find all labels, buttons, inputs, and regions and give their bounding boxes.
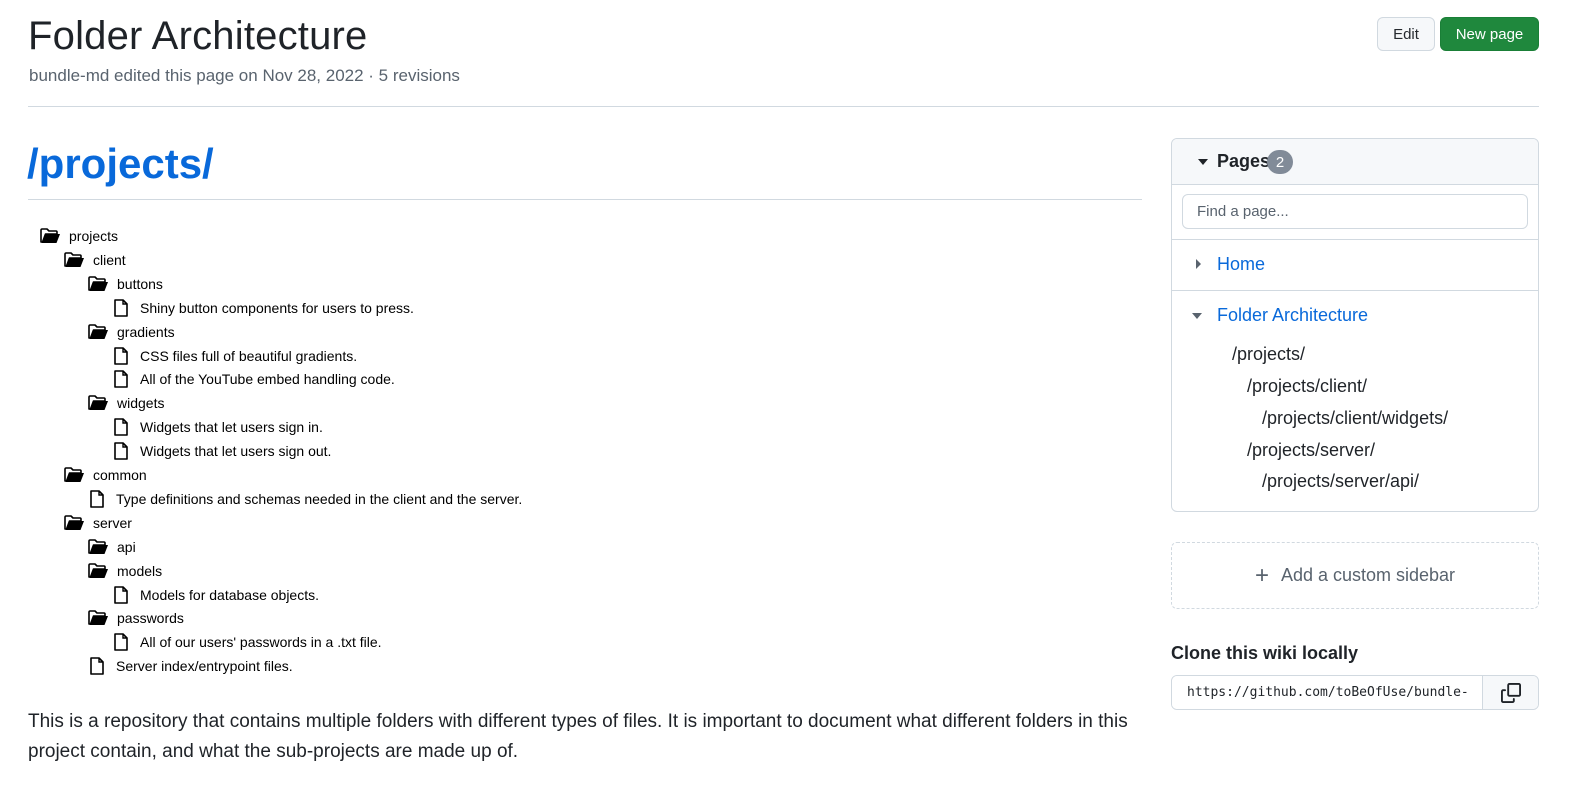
tree-item-label: All of the YouTube embed handling code.	[140, 371, 395, 388]
folder-open-icon	[88, 322, 110, 342]
folder-open-icon	[88, 537, 110, 557]
add-custom-sidebar-button[interactable]: + Add a custom sidebar	[1171, 542, 1539, 609]
file-icon	[90, 489, 106, 509]
sidebar-subheading-link[interactable]: /projects/server/	[1247, 440, 1375, 461]
tree-folder-row: api	[88, 535, 136, 559]
file-icon	[114, 369, 130, 389]
page-search-input[interactable]	[1182, 194, 1528, 229]
pages-count-badge: 2	[1267, 150, 1293, 174]
sidebar-page-home[interactable]: Home	[1172, 240, 1538, 291]
file-icon	[114, 585, 130, 605]
tree-item-label: Widgets that let users sign in.	[140, 419, 323, 436]
tree-file-row: Widgets that let users sign out.	[112, 439, 331, 463]
tree-folder-row: client	[64, 248, 126, 272]
tree-file-row: Widgets that let users sign in.	[112, 415, 323, 439]
caret-right-icon[interactable]	[1196, 259, 1201, 269]
heading-divider	[28, 199, 1142, 200]
tree-item-label: passwords	[117, 610, 184, 627]
tree-item-label: Shiny button components for users to pre…	[140, 299, 414, 316]
tree-folder-row: passwords	[88, 606, 184, 630]
tree-item-label: common	[93, 467, 147, 483]
plus-icon: +	[1254, 561, 1269, 589]
tree-folder-row: widgets	[88, 391, 164, 415]
tree-folder-row: buttons	[88, 272, 163, 296]
file-icon	[114, 298, 130, 318]
tree-item-label: gradients	[117, 323, 175, 340]
clone-url-input[interactable]	[1172, 676, 1483, 709]
tree-item-label: projects	[69, 228, 119, 244]
tree-folder-row: common	[64, 463, 147, 487]
pages-title: Pages	[1217, 151, 1271, 171]
folder-open-icon	[88, 608, 110, 628]
tree-item-label: server	[93, 514, 132, 531]
tree-item-label: Models for database objects.	[140, 586, 319, 603]
caret-down-icon[interactable]	[1192, 313, 1202, 319]
sidebar-page-link[interactable]: Folder Architecture	[1217, 305, 1368, 326]
clone-url-group	[1171, 675, 1539, 710]
folder-open-icon	[40, 226, 62, 246]
pages-header[interactable]: Pages 2	[1172, 139, 1538, 185]
tree-item-label: Type definitions and schemas needed in t…	[116, 490, 523, 507]
tree-item-label: All of our users' passwords in a .txt fi…	[140, 634, 382, 651]
sidebar-page-link[interactable]: Home	[1217, 254, 1265, 275]
file-icon	[114, 441, 130, 461]
clone-title: Clone this wiki locally	[1171, 643, 1359, 663]
copy-button[interactable]	[1482, 676, 1538, 709]
tree-file-row: Models for database objects.	[112, 583, 319, 607]
new-page-button[interactable]: New page	[1440, 17, 1539, 51]
tree-item-label: buttons	[117, 275, 163, 292]
tree-item-label: models	[117, 562, 163, 579]
header-divider	[28, 106, 1539, 107]
page-title: Folder Architecture	[28, 14, 368, 58]
page-search-container	[1172, 185, 1538, 240]
tree-folder-row: projects	[40, 224, 118, 248]
tree-folder-row: server	[64, 511, 132, 535]
tree-folder-row: models	[88, 559, 162, 583]
tree-item-label: widgets	[117, 395, 165, 412]
tree-file-row: Server index/entrypoint files.	[88, 654, 293, 678]
tree-file-row: All of the YouTube embed handling code.	[112, 367, 395, 391]
page-description: This is a repository that contains multi…	[28, 711, 1128, 762]
copy-icon	[1500, 682, 1521, 703]
sidebar-page-folder-architecture: Folder Architecture /projects/ /projects…	[1172, 291, 1538, 511]
folder-open-icon	[88, 561, 110, 581]
edit-button[interactable]: Edit	[1377, 17, 1435, 51]
file-icon	[114, 346, 130, 366]
file-icon	[114, 417, 130, 437]
folder-open-icon	[88, 274, 110, 294]
caret-down-icon	[1198, 159, 1208, 165]
sidebar-subheading-link[interactable]: /projects/	[1232, 344, 1305, 365]
content-heading[interactable]: /projects/	[27, 140, 214, 188]
tree-item-label: Server index/entrypoint files.	[116, 658, 293, 675]
tree-folder-row: gradients	[88, 320, 175, 344]
folder-open-icon	[64, 465, 86, 485]
tree-item-label: Widgets that let users sign out.	[140, 443, 332, 460]
sidebar-subheading-link[interactable]: /projects/server/api/	[1262, 471, 1419, 492]
tree-file-row: CSS files full of beautiful gradients.	[112, 344, 357, 368]
page-edit-meta: bundle-md edited this page on Nov 28, 20…	[29, 66, 460, 85]
sidebar-subheading-link[interactable]: /projects/client/	[1247, 376, 1367, 397]
tree-item-label: api	[117, 538, 136, 555]
file-icon	[90, 656, 106, 676]
folder-open-icon	[64, 513, 86, 533]
tree-file-row: All of our users' passwords in a .txt fi…	[112, 630, 382, 654]
folder-open-icon	[64, 250, 86, 270]
add-custom-sidebar-label: Add a custom sidebar	[1280, 565, 1456, 585]
tree-file-row: Type definitions and schemas needed in t…	[88, 487, 522, 511]
tree-item-label: client	[93, 251, 126, 268]
pages-sidebar: Pages 2 Home Folder Architecture /projec…	[1171, 138, 1539, 512]
tree-file-row: Shiny button components for users to pre…	[112, 296, 414, 320]
file-icon	[114, 632, 130, 652]
sidebar-subheading-link[interactable]: /projects/client/widgets/	[1262, 408, 1448, 429]
folder-open-icon	[88, 393, 110, 413]
tree-item-label: CSS files full of beautiful gradients.	[140, 347, 358, 364]
